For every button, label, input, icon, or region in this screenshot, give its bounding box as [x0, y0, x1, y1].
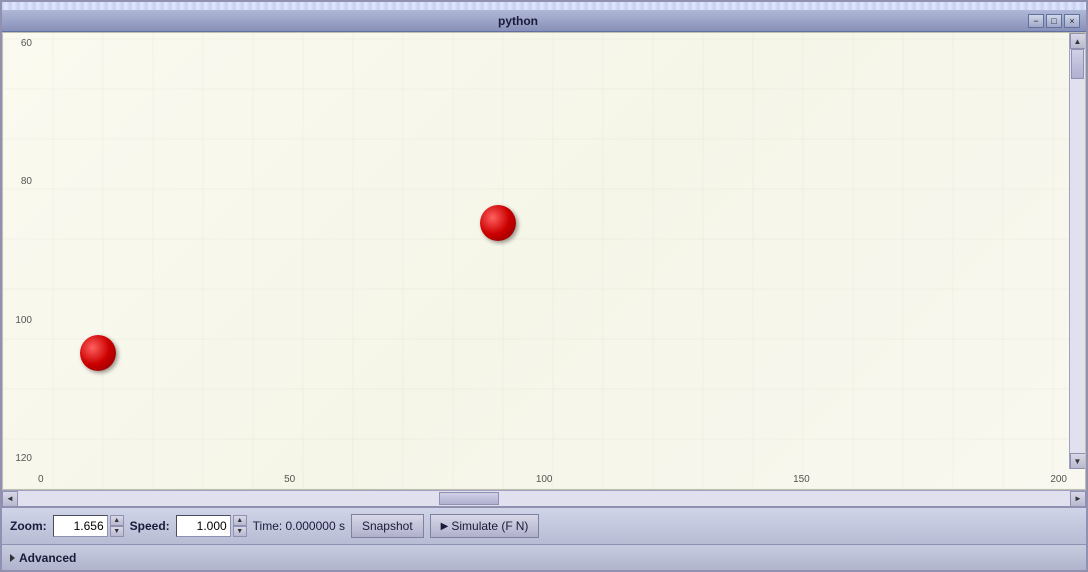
zoom-input-group: ▲ ▼: [53, 515, 124, 537]
ball-ball1[interactable]: [480, 205, 516, 241]
horizontal-scrollbar: ◄ ►: [2, 490, 1086, 506]
scroll-right-button[interactable]: ►: [1070, 491, 1086, 507]
advanced-bar: Advanced: [2, 544, 1086, 570]
speed-up-button[interactable]: ▲: [233, 515, 247, 526]
window-title: python: [498, 14, 538, 28]
maximize-button[interactable]: □: [1046, 14, 1062, 28]
main-content: 60 80 100 120 0 50 100 150 200 ▲: [2, 32, 1086, 570]
x-label-150: 150: [793, 474, 810, 485]
speed-down-button[interactable]: ▼: [233, 526, 247, 537]
play-icon: ▶: [441, 521, 449, 532]
toolbar: Zoom: ▲ ▼ Speed: ▲ ▼ Time: 0.000: [2, 506, 1086, 544]
vertical-scrollbar: ▲ ▼: [1069, 33, 1085, 469]
x-label-100: 100: [536, 474, 553, 485]
y-label-80: 80: [5, 176, 36, 187]
y-label-120: 120: [5, 453, 36, 464]
simulate-suffix: N): [516, 519, 529, 533]
x-label-50: 50: [284, 474, 295, 485]
zoom-input[interactable]: [53, 515, 108, 537]
speed-label: Speed:: [130, 519, 170, 533]
scroll-left-button[interactable]: ◄: [2, 491, 18, 507]
plot-area[interactable]: 60 80 100 120 0 50 100 150 200 ▲: [2, 32, 1086, 490]
title-bar: python − □ ×: [2, 10, 1086, 32]
triangle-icon: [10, 554, 15, 562]
scroll-down-button[interactable]: ▼: [1070, 453, 1086, 469]
x-axis: 0 50 100 150 200: [38, 469, 1067, 489]
ball-ball2[interactable]: [80, 335, 116, 371]
speed-input[interactable]: [176, 515, 231, 537]
x-label-0: 0: [38, 474, 44, 485]
simulate-label: Simulate (F: [451, 519, 512, 533]
speed-input-group: ▲ ▼: [176, 515, 247, 537]
scroll-track-vertical[interactable]: [1070, 49, 1085, 453]
y-label-60: 60: [5, 38, 36, 49]
window-controls: − □ ×: [1028, 14, 1080, 28]
canvas-area: 60 80 100 120 0 50 100 150 200 ▲: [2, 32, 1086, 570]
close-button[interactable]: ×: [1064, 14, 1080, 28]
y-axis: 60 80 100 120: [3, 33, 38, 469]
time-display: Time: 0.000000 s: [253, 519, 345, 533]
zoom-label: Zoom:: [10, 519, 47, 533]
scroll-track-horizontal[interactable]: [18, 491, 1070, 506]
zoom-spinner-buttons: ▲ ▼: [110, 515, 124, 537]
zoom-up-button[interactable]: ▲: [110, 515, 124, 526]
advanced-toggle[interactable]: Advanced: [10, 551, 76, 565]
scroll-up-button[interactable]: ▲: [1070, 33, 1086, 49]
snapshot-button[interactable]: Snapshot: [351, 514, 424, 538]
y-label-100: 100: [5, 315, 36, 326]
x-label-200: 200: [1050, 474, 1067, 485]
speed-spinner-buttons: ▲ ▼: [233, 515, 247, 537]
scroll-thumb-vertical[interactable]: [1071, 49, 1084, 79]
scroll-thumb-horizontal[interactable]: [439, 492, 499, 505]
minimize-button[interactable]: −: [1028, 14, 1044, 28]
main-window: python − □ × 60 80 100 120: [0, 0, 1088, 572]
advanced-label: Advanced: [19, 551, 76, 565]
zoom-down-button[interactable]: ▼: [110, 526, 124, 537]
decorative-top-border: [2, 2, 1086, 10]
simulate-button[interactable]: ▶ Simulate (F N): [430, 514, 540, 538]
